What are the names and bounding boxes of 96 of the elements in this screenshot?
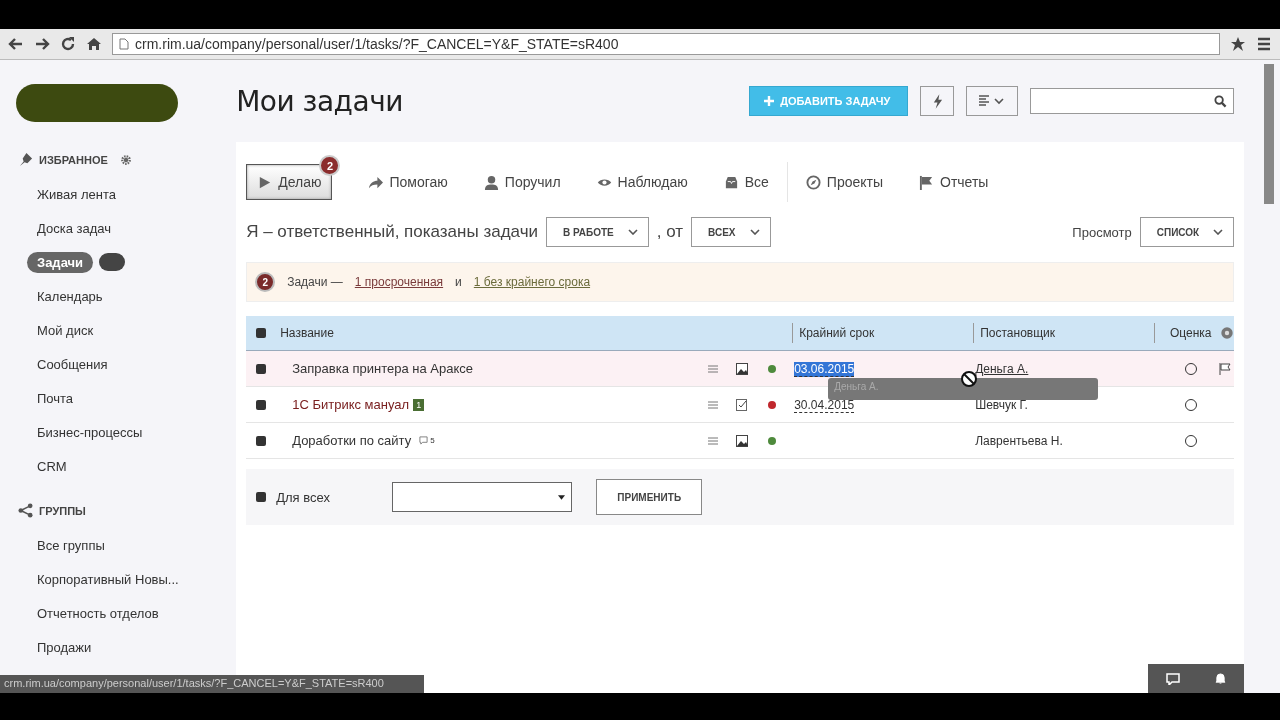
column-header[interactable]: Оценка bbox=[1154, 323, 1221, 343]
page-icon bbox=[119, 38, 129, 50]
list-chevron-icon bbox=[978, 94, 1007, 108]
action-select[interactable] bbox=[392, 482, 573, 512]
inbox-icon bbox=[723, 174, 739, 190]
view-dropdown[interactable]: СПИСОК bbox=[1139, 217, 1235, 247]
view-label: Просмотр bbox=[1072, 224, 1132, 240]
comment-count: 5 bbox=[430, 436, 435, 445]
bell-icon[interactable] bbox=[1215, 673, 1227, 684]
creator-name[interactable]: Деньга А. bbox=[975, 362, 1029, 376]
overdue-link[interactable]: 1 просроченная bbox=[354, 275, 444, 289]
column-header[interactable]: Название bbox=[276, 323, 793, 343]
from-dropdown[interactable]: ВСЕХ bbox=[691, 217, 771, 247]
lightning-icon bbox=[931, 93, 943, 109]
checklist-icon bbox=[736, 398, 749, 411]
chevron-icon bbox=[627, 229, 638, 235]
for-all-label: Для всех bbox=[276, 489, 331, 505]
filter-tab[interactable]: Все bbox=[723, 165, 769, 199]
comment-icon bbox=[419, 436, 429, 445]
dropdown-arrow-icon bbox=[558, 494, 566, 500]
address-bar[interactable]: crm.rim.ua/company/personal/user/1/tasks/?F_CANCEL=Y&F_STATE=sR400 bbox=[112, 33, 1220, 55]
count-badge: 2 bbox=[255, 272, 276, 292]
lightning-button[interactable] bbox=[920, 86, 955, 116]
sidebar-item[interactable]: Корпоративный Новы... bbox=[37, 568, 179, 590]
section-title[interactable]: ИЗБРАННОЕ bbox=[39, 153, 108, 166]
checkbox[interactable] bbox=[256, 399, 267, 410]
search-icon[interactable] bbox=[1214, 94, 1228, 108]
task-row[interactable]: Доработки по сайту 5 Лаврентьева Н. bbox=[246, 423, 1235, 459]
image-icon bbox=[736, 362, 749, 375]
home-icon[interactable] bbox=[86, 36, 102, 52]
chevron-icon bbox=[1213, 229, 1224, 235]
sidebar-item[interactable]: Календарь bbox=[37, 285, 103, 307]
sidebar-item[interactable]: Бизнес-процессы bbox=[37, 421, 143, 443]
task-title[interactable]: Заправка принтера на Араксе bbox=[292, 361, 474, 376]
checkbox[interactable] bbox=[256, 435, 267, 446]
flag-icon[interactable] bbox=[1219, 362, 1232, 375]
creator-name[interactable]: Лаврентьева Н. bbox=[975, 434, 1063, 448]
filter-tab[interactable]: Отчеты bbox=[919, 165, 989, 199]
person-icon bbox=[483, 174, 499, 190]
menu-icon[interactable] bbox=[1256, 36, 1272, 52]
play-icon bbox=[257, 174, 273, 190]
apply-button[interactable]: ПРИМЕНИТЬ bbox=[596, 479, 703, 515]
reload-icon[interactable] bbox=[60, 36, 76, 52]
sidebar-item[interactable]: CRM bbox=[37, 455, 67, 477]
add-button[interactable] bbox=[16, 84, 178, 122]
filter-tab[interactable]: Наблюдаю bbox=[596, 165, 688, 199]
sidebar-item[interactable]: Мой диск bbox=[37, 319, 94, 341]
compass-icon bbox=[805, 174, 821, 190]
sidebar-item[interactable]: Все группы bbox=[37, 534, 105, 556]
sidebar-item[interactable]: Задачи bbox=[27, 251, 94, 273]
column-header[interactable]: Крайний срок bbox=[792, 323, 974, 343]
filter-text: Я – ответственный, показаны задачи bbox=[246, 222, 538, 242]
status-bar-url: crm.rim.ua/company/personal/user/1/tasks/?F_CANCEL=Y&F_STATE=sR400 bbox=[0, 675, 424, 693]
pin-icon bbox=[18, 152, 33, 167]
task-title[interactable]: Доработки по сайту bbox=[292, 433, 412, 448]
share-icon bbox=[18, 503, 33, 518]
sidebar-item[interactable]: Живая лента bbox=[37, 183, 116, 205]
chevron-icon bbox=[749, 229, 760, 235]
task-title[interactable]: 1С Битрикс мануал bbox=[292, 397, 410, 412]
page-title: Мои задачи bbox=[236, 84, 404, 118]
sidebar-item[interactable]: Почта bbox=[37, 387, 74, 409]
sidebar-item[interactable]: Отчетность отделов bbox=[37, 602, 159, 624]
checkbox[interactable] bbox=[256, 492, 267, 502]
image-icon bbox=[736, 434, 749, 447]
scrollbar-thumb[interactable] bbox=[1264, 64, 1275, 204]
count-badge: 1 bbox=[413, 398, 425, 411]
settings-icon[interactable] bbox=[119, 153, 132, 166]
filter-tab[interactable]: Помогаю bbox=[368, 165, 448, 199]
checkbox[interactable] bbox=[256, 328, 267, 338]
status-dropdown[interactable]: В РАБОТЕ bbox=[546, 217, 649, 247]
column-header[interactable]: Постановщик bbox=[973, 323, 1155, 343]
filter-text: , от bbox=[656, 222, 684, 242]
notice-text: Задачи — bbox=[287, 275, 343, 289]
no-deadline-link[interactable]: 1 без крайнего срока bbox=[473, 275, 591, 289]
plus-icon bbox=[764, 96, 775, 106]
sidebar-item[interactable]: Доска задач bbox=[37, 217, 111, 239]
forward-icon[interactable] bbox=[34, 36, 50, 52]
deadline-date[interactable]: 03.06.2015 bbox=[794, 362, 855, 377]
count-badge: 2 bbox=[319, 155, 341, 176]
checkbox[interactable] bbox=[256, 363, 267, 374]
filter-tab[interactable]: Проекты bbox=[805, 165, 883, 199]
arrow-icon bbox=[368, 174, 384, 190]
list-options-button[interactable] bbox=[966, 86, 1019, 116]
star-icon[interactable] bbox=[1230, 36, 1246, 52]
sidebar-item[interactable]: Продажи bbox=[37, 636, 92, 658]
section-title[interactable]: ГРУППЫ bbox=[39, 504, 86, 517]
back-icon[interactable] bbox=[8, 36, 24, 52]
search-field[interactable] bbox=[1030, 88, 1235, 114]
flag-icon bbox=[919, 174, 934, 190]
notice-text: и bbox=[455, 275, 462, 289]
settings-icon[interactable] bbox=[1220, 326, 1235, 340]
filter-tab[interactable]: Поручил bbox=[483, 165, 561, 199]
sidebar-item[interactable]: Сообщения bbox=[37, 353, 108, 375]
creator-name[interactable]: Шевчук Г. bbox=[975, 398, 1028, 412]
counter-icon bbox=[99, 253, 126, 271]
chat-icon[interactable] bbox=[1165, 672, 1180, 685]
